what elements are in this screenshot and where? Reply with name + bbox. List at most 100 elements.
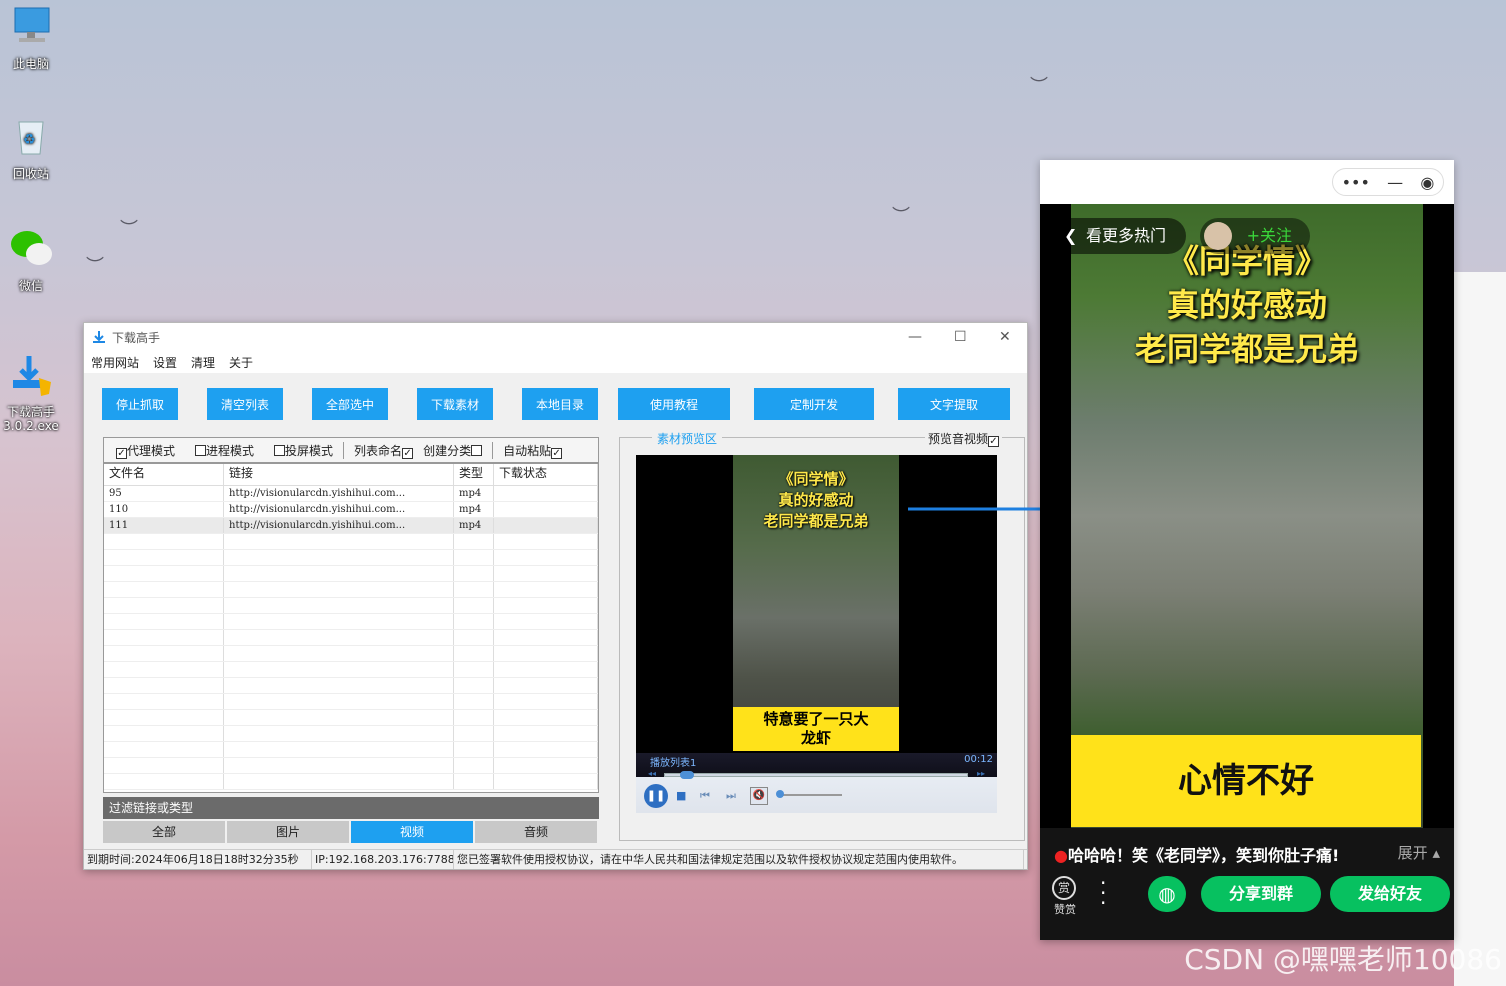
desktop-icon-recycle-bin[interactable]: ♻ 回收站 [0, 114, 62, 182]
reward-label: 赞赏 [1054, 903, 1076, 916]
tab-all[interactable]: 全部 [103, 821, 225, 843]
empty-row [104, 534, 598, 550]
share-group-label: 分享到群 [1228, 884, 1293, 903]
previous-icon[interactable]: ⏮ [700, 789, 710, 803]
tutorial-button[interactable]: 使用教程 [618, 388, 730, 420]
more-hot-button[interactable]: ❮ 看更多热门 [1052, 218, 1186, 254]
desktop-icon-this-pc[interactable]: 此电脑 [0, 4, 62, 72]
stop-capture-button[interactable]: 停止抓取 [102, 388, 178, 420]
auto-paste-checkbox[interactable]: ✓ [551, 447, 563, 459]
auto-paste-option[interactable]: 自动粘贴✓ [492, 441, 563, 459]
expiry-text: 到期时间:2024年06月18日18时32分35秒 [84, 850, 312, 869]
mute-icon[interactable]: 🔇 [750, 787, 768, 805]
follow-button[interactable]: +关注 [1200, 218, 1310, 254]
title-text: 哈哈哈！笑《老同学》，笑到你肚子痛! [1067, 846, 1340, 865]
col-link[interactable]: 链接 [224, 464, 454, 485]
download-button[interactable]: 下载素材 [417, 388, 493, 420]
desktop-icon-wechat[interactable]: 微信 [0, 226, 62, 294]
expand-button[interactable]: 展开 ▴ [1398, 842, 1440, 863]
empty-row [104, 630, 598, 646]
empty-row [104, 742, 598, 758]
empty-row [104, 566, 598, 582]
rewind-icon[interactable]: ◂◂ [648, 769, 656, 778]
empty-row [104, 662, 598, 678]
next-icon[interactable]: ⏭ [726, 789, 736, 803]
video-title: ●哈哈哈！笑《老同学》，笑到你肚子痛! [1054, 842, 1339, 866]
send-friend-button[interactable]: 发给好友 [1330, 876, 1450, 912]
menu-clean[interactable]: 清理 [191, 354, 215, 371]
close-target-icon[interactable]: ◉ [1420, 173, 1434, 192]
preview-av-option[interactable]: 预览音视频✓ [924, 430, 1002, 447]
more-hot-label: 看更多热门 [1086, 226, 1167, 245]
process-mode-option[interactable]: 进程模式 [195, 442, 254, 459]
preview-av-checkbox[interactable]: ✓ [988, 436, 999, 447]
filter-input[interactable]: 过滤链接或类型 [103, 797, 599, 819]
cell-filename: 111 [104, 518, 224, 533]
proxy-mode-checkbox[interactable]: ✓ [116, 447, 127, 459]
clear-list-button[interactable]: 清空列表 [207, 388, 283, 420]
app-download-icon [93, 331, 105, 343]
table-row[interactable]: 110 http://visionularcdn.yishihui.com... m… [104, 502, 598, 518]
custom-dev-button[interactable]: 定制开发 [754, 388, 874, 420]
tab-image[interactable]: 图片 [227, 821, 349, 843]
cast-mode-checkbox[interactable] [274, 444, 286, 456]
reward-button[interactable]: 赏 赞赏 [1052, 876, 1078, 917]
more-icon[interactable]: ••• [1342, 173, 1370, 192]
tab-video[interactable]: 视频 [351, 821, 473, 843]
proxy-mode-option[interactable]: ✓代理模式 [116, 442, 175, 459]
table-row[interactable]: 111 http://visionularcdn.yishihui.com... m… [104, 518, 598, 534]
seek-bar[interactable] [664, 773, 968, 777]
maximize-button[interactable]: ☐ [954, 329, 967, 345]
empty-row [104, 774, 598, 790]
create-category-option[interactable]: 创建分类 [423, 442, 483, 459]
text-extract-button[interactable]: 文字提取 [898, 388, 1010, 420]
col-filename[interactable]: 文件名 [104, 464, 224, 485]
more-vertical-icon[interactable]: · · · [1100, 873, 1106, 913]
pause-icon[interactable]: ❚❚ [644, 784, 668, 808]
seek-handle[interactable] [680, 771, 694, 779]
menu-settings[interactable]: 设置 [153, 354, 177, 371]
desktop-icon-label: 此电脑 [12, 57, 49, 71]
bird: ︶ [1030, 76, 1048, 97]
empty-row [104, 614, 598, 630]
col-type[interactable]: 类型 [454, 464, 494, 485]
list-naming-checkbox[interactable]: ✓ [402, 447, 414, 459]
process-mode-checkbox[interactable] [195, 444, 207, 456]
background-window [1454, 272, 1506, 986]
downloader-icon [13, 356, 51, 396]
menu-about[interactable]: 关于 [229, 354, 253, 371]
avatar [1204, 222, 1232, 250]
file-list[interactable]: 文件名 链接 类型 下载状态 95 http://visionularcdn.yi… [103, 463, 599, 793]
tab-audio[interactable]: 音频 [475, 821, 597, 843]
cell-type: mp4 [454, 486, 494, 501]
close-button[interactable]: ✕ [999, 329, 1011, 345]
desktop-icon-label: 微信 [18, 279, 43, 293]
wechat-miniprogram-window: ••• — ◉ 《同学情》 真的好感动 老同学都是兄弟 心情不好 ❮ 看更多热门… [1040, 160, 1454, 940]
list-naming-option[interactable]: 列表命名✓ [343, 441, 414, 459]
local-dir-button[interactable]: 本地目录 [522, 388, 598, 420]
watermark: CSDN @嘿嘿老师10086 [1184, 943, 1502, 976]
volume-slider[interactable] [778, 794, 842, 796]
menu-common-sites[interactable]: 常用网站 [91, 354, 139, 371]
minimize-icon[interactable]: — [1387, 173, 1403, 192]
send-friend-label: 发给好友 [1357, 884, 1422, 903]
table-row[interactable]: 95 http://visionularcdn.yishihui.com... mp… [104, 486, 598, 502]
empty-row [104, 646, 598, 662]
cell-status [494, 502, 598, 517]
desktop-icon-label: 下载高手 3.0.2.exe [3, 405, 59, 433]
svg-text:♻: ♻ [23, 132, 36, 148]
forward-icon[interactable]: ▸▸ [977, 769, 985, 778]
minimize-button[interactable]: — [908, 329, 922, 345]
desktop-icon-downloader[interactable]: 下载高手 3.0.2.exe [0, 340, 62, 447]
yellow-caption: 心情不好 [1071, 735, 1421, 827]
create-category-checkbox[interactable] [471, 444, 483, 456]
share-group-button[interactable]: 分享到群 [1201, 876, 1321, 912]
volume-handle[interactable] [776, 790, 784, 798]
moments-icon[interactable]: ◍ [1148, 876, 1186, 912]
stop-icon[interactable]: ■ [676, 789, 686, 802]
preview-label: 素材预览区 [652, 430, 723, 447]
cast-mode-option[interactable]: 投屏模式 [274, 442, 333, 459]
empty-row [104, 550, 598, 566]
col-status[interactable]: 下载状态 [494, 464, 598, 485]
select-all-button[interactable]: 全部选中 [312, 388, 388, 420]
